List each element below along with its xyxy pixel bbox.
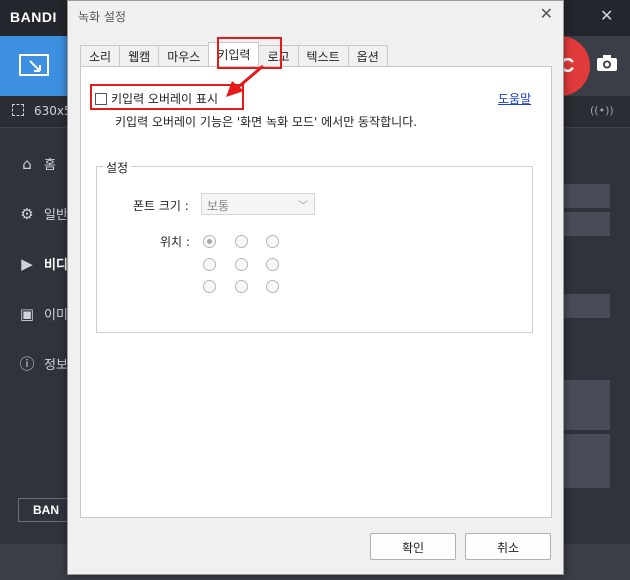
gear-icon: ⚙ bbox=[20, 204, 34, 223]
keystroke-panel: 키입력 오버레이 표시 도움말 키입력 오버레이 기능은 '화면 녹화 모드' … bbox=[80, 66, 552, 518]
tab-text[interactable]: 텍스트 bbox=[297, 45, 349, 66]
position-radio-middle-center[interactable] bbox=[235, 258, 248, 271]
position-radio-bottom-center[interactable] bbox=[235, 280, 248, 293]
position-radio-top-right[interactable] bbox=[266, 235, 279, 248]
sidebar-item-label: 정보 bbox=[44, 358, 68, 373]
sidebar-item-label: 이미 bbox=[44, 308, 68, 323]
position-radio-top-center[interactable] bbox=[235, 235, 248, 248]
sidebar-item-video[interactable]: ▶ 비디 bbox=[18, 254, 68, 274]
sidebar-item-home[interactable]: ⌂ 홈 bbox=[18, 154, 56, 174]
camera-icon[interactable] bbox=[596, 54, 618, 77]
region-dashed-icon bbox=[12, 104, 24, 116]
tab-mouse[interactable]: 마우스 bbox=[158, 45, 210, 66]
position-label: 위치 : bbox=[160, 235, 190, 249]
position-radio-bottom-right[interactable] bbox=[266, 280, 279, 293]
position-radio-top-left[interactable] bbox=[203, 235, 216, 248]
video-icon: ▶ bbox=[21, 254, 33, 273]
info-icon: ⓘ bbox=[19, 354, 35, 373]
tab-options[interactable]: 옵션 bbox=[347, 45, 388, 66]
screen-rect-icon bbox=[19, 54, 49, 76]
dialog-title: 녹화 설정 bbox=[78, 10, 126, 24]
font-size-value: 보통 bbox=[207, 199, 230, 213]
record-settings-dialog: 녹화 설정 ✕ 소리 웹캠 마우스 키입력 로고 텍스트 옵션 키입력 오버레이… bbox=[67, 0, 564, 575]
bandicam-logo: BANDI bbox=[10, 9, 57, 25]
tab-webcam[interactable]: 웹캠 bbox=[119, 45, 160, 66]
cancel-button[interactable]: 취소 bbox=[465, 533, 551, 560]
font-size-select[interactable]: 보통 ﹀ bbox=[201, 193, 315, 215]
chevron-down-icon: ﹀ bbox=[298, 201, 308, 212]
tab-sound[interactable]: 소리 bbox=[80, 45, 121, 66]
overlay-description: 키입력 오버레이 기능은 '화면 녹화 모드' 에서만 동작합니다. bbox=[115, 115, 418, 129]
main-panel-row bbox=[563, 184, 610, 208]
position-radio-middle-right[interactable] bbox=[266, 258, 279, 271]
main-panel-row bbox=[563, 294, 610, 318]
position-radio-bottom-left[interactable] bbox=[203, 280, 216, 293]
home-icon: ⌂ bbox=[22, 154, 32, 173]
settings-group-title: 설정 bbox=[103, 159, 132, 176]
main-panel-row bbox=[563, 380, 610, 430]
signal-icon: ((•)) bbox=[590, 104, 614, 117]
region-size-text: 630x5 bbox=[34, 104, 72, 118]
image-icon: ▣ bbox=[19, 304, 35, 323]
ok-button[interactable]: 확인 bbox=[370, 533, 456, 560]
screen-record-mode-button[interactable] bbox=[0, 36, 68, 96]
dialog-close-icon[interactable]: ✕ bbox=[540, 4, 553, 23]
sidebar-item-label: 비디 bbox=[44, 258, 68, 273]
sidebar-item-info[interactable]: ⓘ 정보 bbox=[18, 354, 68, 374]
annotation-arrow-icon bbox=[226, 64, 264, 97]
main-close-icon[interactable]: ✕ bbox=[600, 6, 613, 25]
font-size-label: 폰트 크기 : bbox=[133, 199, 189, 213]
main-panel-row bbox=[563, 212, 610, 236]
sidebar-item-label: 홈 bbox=[44, 158, 56, 173]
help-link[interactable]: 도움말 bbox=[498, 90, 531, 107]
settings-group: 설정 폰트 크기 : 보통 ﹀ 위치 : bbox=[96, 159, 533, 333]
sidebar-item-general[interactable]: ⚙ 일반 bbox=[18, 204, 68, 224]
main-panel-row bbox=[563, 434, 610, 488]
sidebar-item-image[interactable]: ▣ 이미 bbox=[18, 304, 68, 324]
sidebar-item-label: 일반 bbox=[44, 208, 68, 223]
position-radio-middle-left[interactable] bbox=[203, 258, 216, 271]
